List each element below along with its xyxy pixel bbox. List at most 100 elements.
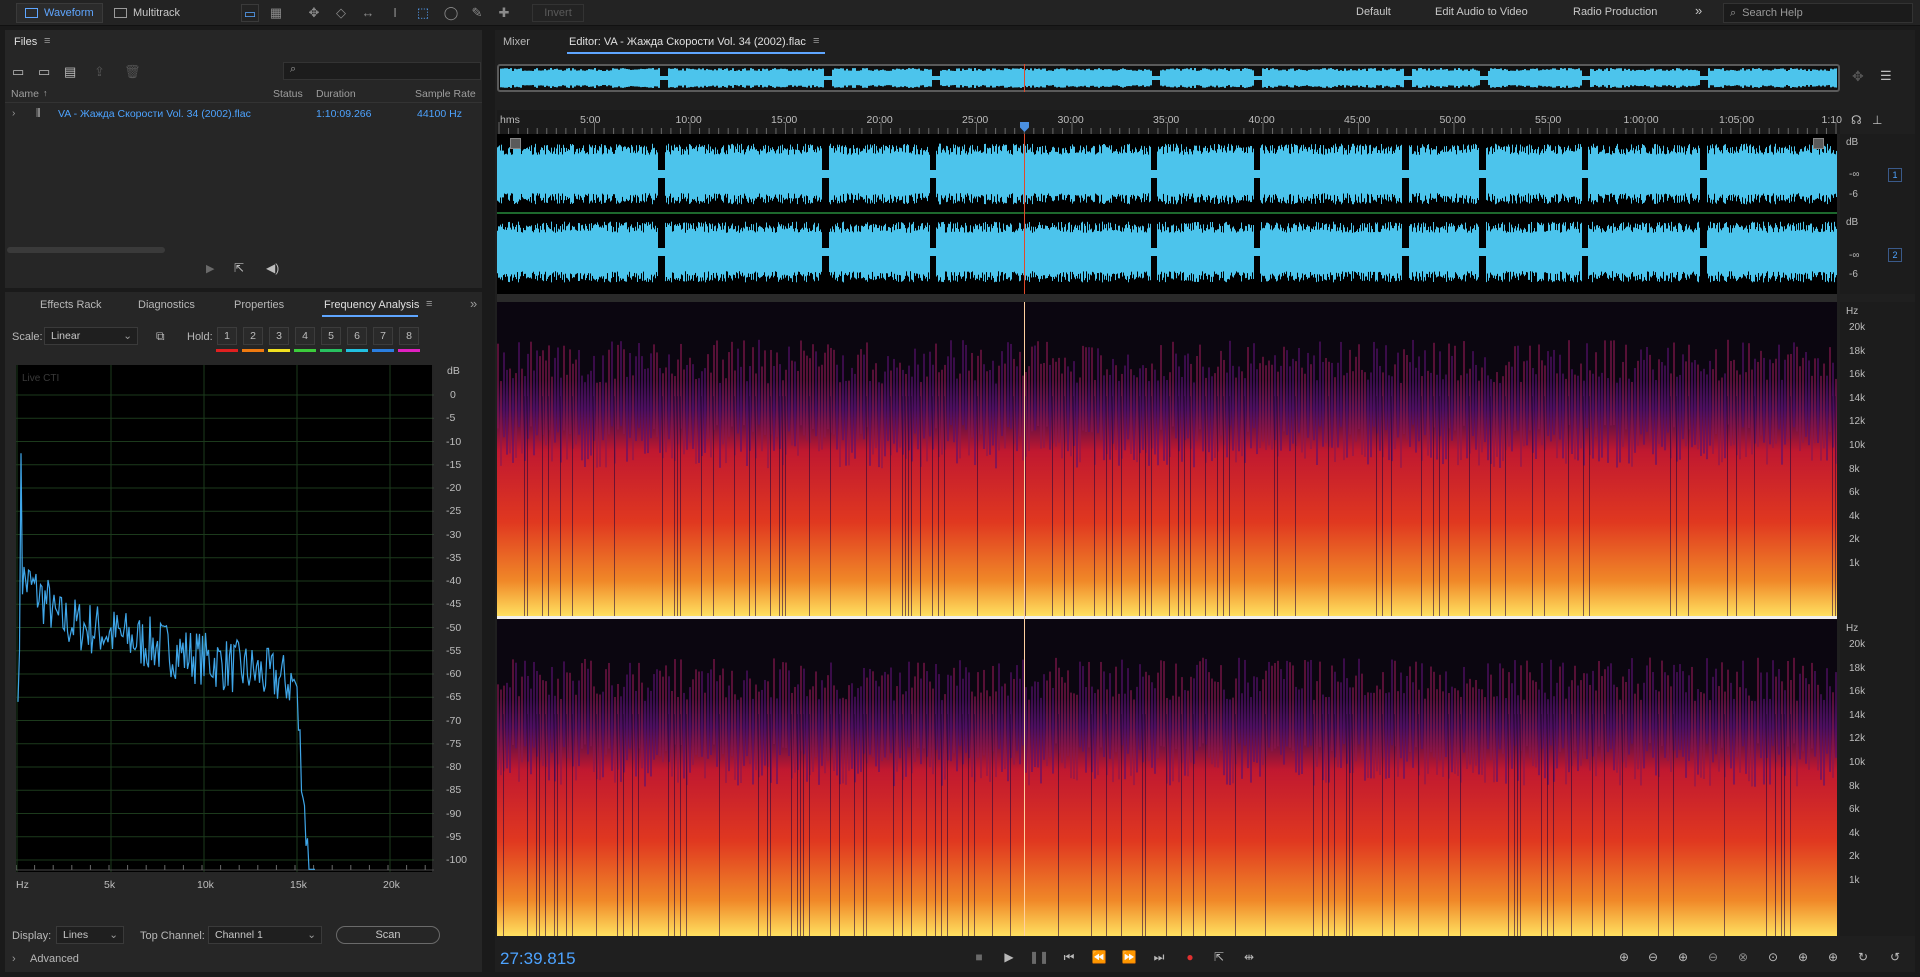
spectrogram-streak <box>1673 342 1675 428</box>
column-duration[interactable]: Duration <box>316 88 356 100</box>
preview-export-icon[interactable]: ⇱ <box>234 261 244 275</box>
current-time-display[interactable]: 27:39.815 <box>500 949 576 969</box>
column-sample-rate[interactable]: Sample Rate <box>415 88 476 100</box>
spectrogram-streak <box>1043 362 1045 448</box>
workspace-radio-production[interactable]: Radio Production <box>1573 6 1657 18</box>
tab-mixer[interactable]: Mixer <box>503 36 530 48</box>
time-selection-icon[interactable]: I <box>386 4 404 22</box>
advanced-toggle[interactable]: Advanced <box>30 953 79 965</box>
hold-button-7[interactable]: 7 <box>373 327 393 345</box>
preview-volume-icon[interactable]: ◀) <box>266 261 279 275</box>
multitrack-mode-button[interactable]: Multitrack <box>106 3 188 23</box>
files-panel-title[interactable]: Files <box>14 36 37 48</box>
file-name[interactable]: VA - Жажда Скорости Vol. 34 (2002).flac <box>58 108 251 120</box>
workspace-edit-audio-to-video[interactable]: Edit Audio to Video <box>1435 6 1528 18</box>
marquee-selection-icon[interactable]: ⬚ <box>414 4 432 22</box>
skip-to-start-icon[interactable]: ⏮ <box>1059 948 1079 966</box>
overview-bar <box>1498 68 1500 88</box>
frequency-analysis-menu-icon[interactable]: ≡ <box>426 298 432 310</box>
spectral-view-icon[interactable]: ▦ <box>267 4 285 22</box>
invert-button[interactable]: Invert <box>532 4 584 22</box>
brush-icon[interactable]: ✎ <box>468 4 486 22</box>
tab-editor[interactable]: Editor: VA - Жажда Скорости Vol. 34 (200… <box>569 36 806 48</box>
expand-chevron-icon[interactable]: › <box>12 108 15 119</box>
zoom-in-amplitude-icon[interactable]: ⊕ <box>1614 948 1634 966</box>
tabs-overflow-button[interactable]: » <box>470 296 477 311</box>
tab-properties[interactable]: Properties <box>234 299 284 311</box>
workspace-default[interactable]: Default <box>1356 6 1391 18</box>
zoom-selection-icon[interactable]: ⊙ <box>1763 948 1783 966</box>
waveform-bar <box>734 152 735 196</box>
fade-in-handle-icon[interactable] <box>510 138 521 149</box>
hold-button-8[interactable]: 8 <box>399 327 419 345</box>
rewind-icon[interactable]: ⏪ <box>1089 948 1109 966</box>
tab-frequency-analysis[interactable]: Frequency Analysis <box>324 299 419 311</box>
column-status[interactable]: Status <box>273 88 303 100</box>
new-file-icon[interactable]: ▤ <box>64 64 76 80</box>
column-name[interactable]: Name <box>11 88 39 100</box>
hold-button-4[interactable]: 4 <box>295 327 315 345</box>
skip-to-end-icon[interactable]: ⏭ <box>1149 948 1169 966</box>
top-channel-dropdown[interactable]: Channel 1 ⌄ <box>208 926 322 944</box>
spectrogram[interactable] <box>497 302 1837 936</box>
files-search-input[interactable]: ⌕ <box>283 62 481 80</box>
tab-diagnostics[interactable]: Diagnostics <box>138 299 195 311</box>
waveform-bar <box>1226 152 1227 196</box>
display-options-icon[interactable]: ☰ <box>1880 68 1892 84</box>
tab-effects-rack[interactable]: Effects Rack <box>40 299 102 311</box>
waveform-bar <box>1820 148 1821 200</box>
waveform-view-icon[interactable]: ▭ <box>241 4 259 22</box>
spot-healing-icon[interactable]: ✚ <box>495 4 513 22</box>
zoom-in-right-icon[interactable]: ⊕ <box>1823 948 1843 966</box>
scan-button[interactable]: Scan <box>336 926 440 944</box>
editor-menu-icon[interactable]: ≡ <box>813 35 819 47</box>
hold-spectrum-icon[interactable]: ⧉ <box>156 329 165 344</box>
advanced-chevron-icon[interactable]: › <box>12 953 16 965</box>
hold-button-3[interactable]: 3 <box>269 327 289 345</box>
zoom-reset-all-icon[interactable]: ↺ <box>1885 948 1905 966</box>
open-file-icon[interactable]: ▭ <box>12 64 24 80</box>
hold-button-6[interactable]: 6 <box>347 327 367 345</box>
move-tool-icon[interactable]: ✥ <box>305 4 323 22</box>
workspace-overflow-button[interactable]: » <box>1695 3 1702 18</box>
overview-bar <box>1788 69 1790 87</box>
zoom-out-full-icon[interactable]: ⊗ <box>1733 948 1753 966</box>
zoom-out-time-icon[interactable]: ⊖ <box>1703 948 1723 966</box>
play-icon[interactable]: ▶ <box>999 948 1019 966</box>
preview-play-icon[interactable]: ▶ <box>206 262 214 275</box>
channel-1-toggle[interactable]: 1 <box>1888 168 1902 182</box>
overview-bar <box>1564 68 1566 88</box>
zoom-in-time-icon[interactable]: ⊕ <box>1673 948 1693 966</box>
record-icon[interactable]: ● <box>1180 948 1200 966</box>
fade-out-handle-icon[interactable] <box>1813 138 1824 149</box>
view-splitter[interactable] <box>497 294 1837 302</box>
loop-playback-icon[interactable]: ⇱ <box>1209 948 1229 966</box>
hold-button-2[interactable]: 2 <box>243 327 263 345</box>
hold-button-1[interactable]: 1 <box>217 327 237 345</box>
fast-forward-icon[interactable]: ⏩ <box>1119 948 1139 966</box>
skip-selection-icon[interactable]: ⇹ <box>1239 948 1259 966</box>
lasso-icon[interactable]: ◯ <box>442 4 460 22</box>
waveform-bar <box>1262 144 1263 204</box>
slip-tool-icon[interactable]: ↔ <box>359 4 377 22</box>
channel-2-toggle[interactable]: 2 <box>1888 248 1902 262</box>
spectrogram-streak <box>1757 657 1759 744</box>
stop-icon[interactable]: ■ <box>969 948 989 966</box>
zoom-in-left-icon[interactable]: ⊕ <box>1793 948 1813 966</box>
import-file-icon[interactable]: ▭ <box>38 64 50 80</box>
files-menu-icon[interactable]: ≡ <box>44 35 50 47</box>
hold-button-5[interactable]: 5 <box>321 327 341 345</box>
zoom-out-amplitude-icon[interactable]: ⊖ <box>1643 948 1663 966</box>
razor-tool-icon[interactable]: ◇ <box>332 4 350 22</box>
zoom-reset-icon[interactable]: ↻ <box>1853 948 1873 966</box>
pin-icon[interactable]: ⊥ <box>1872 113 1882 127</box>
files-horizontal-scrollbar[interactable] <box>7 247 165 253</box>
waveform-bar <box>1711 228 1712 276</box>
waveform-mode-button[interactable]: Waveform <box>16 3 103 23</box>
waveform-bar <box>1810 152 1811 196</box>
pause-icon[interactable]: ❚❚ <box>1029 948 1049 966</box>
search-help-field[interactable]: ⌕ Search Help <box>1723 3 1913 23</box>
display-dropdown[interactable]: Lines ⌄ <box>56 926 124 944</box>
headphones-icon[interactable]: ☊ <box>1851 113 1862 127</box>
scale-dropdown[interactable]: Linear ⌄ <box>44 327 138 345</box>
